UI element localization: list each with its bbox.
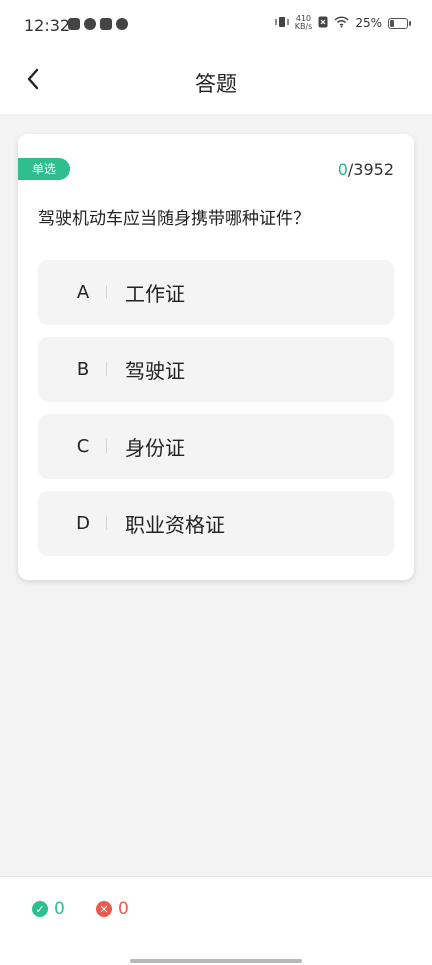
correct-count-value: 0 [54,899,65,919]
x-circle-icon: ✕ [96,901,112,917]
question-type-badge: 单选 [18,158,71,180]
status-right: 410 KB/s 25% [275,15,411,31]
progress-total: /3952 [347,160,394,179]
correct-count[interactable]: ✓ 0 [32,899,65,919]
wechat-icon [116,18,128,30]
check-circle-icon: ✓ [32,901,48,917]
app-header: 答题 [0,52,432,114]
option-text: 身份证 [125,436,185,460]
question-text: 驾驶机动车应当随身携带哪种证件？ [38,209,310,229]
notification-app-icon [68,18,80,30]
option-divider [106,362,107,376]
option-d[interactable]: D 职业资格证 [38,491,394,556]
home-indicator[interactable] [130,959,302,963]
option-text: 工作证 [125,282,185,306]
status-bar: 12:32 410 KB/s 25% [0,0,432,52]
net-speed: 410 KB/s [295,15,313,31]
bottom-bar: ✓ 0 ✕ 0 [0,876,432,965]
option-letter: C [76,436,90,457]
net-speed-unit: KB/s [294,22,313,31]
notification-check-icon [84,18,96,30]
option-divider [106,516,107,530]
progress-current: 0 [337,160,348,179]
wrong-count-value: 0 [118,899,129,919]
notification-message-icon [100,18,112,30]
option-divider [106,439,107,453]
wrong-count[interactable]: ✕ 0 [96,899,129,919]
battery-icon [388,17,411,29]
notification-icons [68,18,128,30]
option-text: 驾驶证 [125,359,185,383]
option-a[interactable]: A 工作证 [38,260,394,325]
option-letter: A [76,282,90,303]
option-c[interactable]: C 身份证 [38,414,394,479]
option-text: 职业资格证 [125,513,225,537]
page-title: 答题 [195,72,237,96]
options-list: A 工作证 B 驾驶证 C 身份证 D 职业资格证 [38,260,394,568]
status-time: 12:32 [24,16,71,35]
option-letter: D [76,513,90,534]
wifi-icon [334,15,349,31]
option-letter: B [76,359,90,380]
question-card: 单选 0/3952 驾驶机动车应当随身携带哪种证件？ A 工作证 B 驾驶证 C… [18,134,414,580]
question-progress: 0/3952 [338,160,394,179]
option-divider [106,285,107,299]
vibrate-icon [275,16,289,31]
option-b[interactable]: B 驾驶证 [38,337,394,402]
battery-percent: 25% [355,16,382,30]
sim-off-icon [318,16,328,31]
